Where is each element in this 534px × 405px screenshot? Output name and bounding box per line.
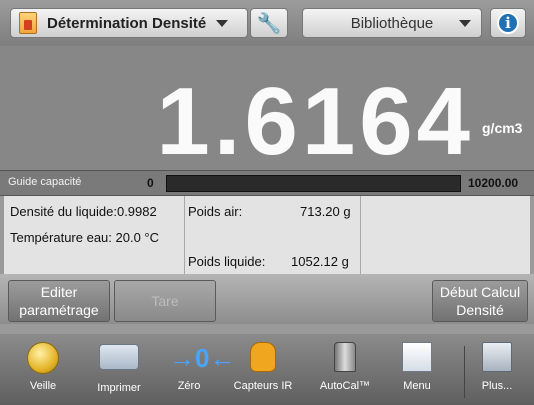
edit-parameters-line2: paramétrage [19,302,99,318]
edit-parameters-button[interactable]: Editer paramétrage [8,280,110,322]
nav-label: Menu [403,380,431,392]
nav-label: AutoCal™ [319,380,371,392]
nav-label: Imprimer [97,382,141,394]
application-title: Détermination Densité [47,14,207,32]
capacity-min: 0 [147,176,154,190]
bottom-navigation: Veille Imprimer →0← Zéro Capteurs IR Aut… [0,334,534,405]
nav-standby[interactable]: Veille [12,338,74,404]
nav-ir-sensors[interactable]: Capteurs IR [232,338,294,404]
weight-air-label: Poids air: [188,204,243,219]
panel-divider [360,196,361,274]
settings-button[interactable]: 🔧 [250,8,288,38]
info-panel: Densité du liquide:0.9982 Température ea… [4,196,530,274]
capacity-label: Guide capacité [8,176,82,188]
water-temperature: Température eau: 20.0 °C [10,230,160,245]
edit-parameters-line1: Editer [40,284,78,300]
nav-label: Plus... [481,380,513,392]
chevron-down-icon [216,19,229,27]
nav-zero[interactable]: →0← Zéro [158,338,236,404]
tare-button[interactable]: Tare [114,280,216,322]
nav-more[interactable]: Plus... [466,338,528,404]
library-label: Bibliothèque [350,14,434,32]
weight-air-value: 713.20 g [300,204,351,219]
calibration-weight-icon [325,342,365,376]
softkey-bar: Editer paramétrage Tare Début Calcul Den… [0,274,534,324]
nav-label: Veille [29,380,57,392]
nav-menu[interactable]: Menu [386,338,448,404]
zero-icon: →0← [169,343,236,373]
nav-autocal[interactable]: AutoCal™ [314,338,376,404]
chevron-down-icon [459,19,471,27]
library-selector[interactable]: Bibliothèque [302,8,482,38]
capacity-max: 10200.00 [468,176,519,190]
ir-sensor-hand-icon [243,342,283,376]
weight-display: 1.6164 g/cm3 [0,46,534,170]
tare-label: Tare [151,293,179,309]
density-beaker-icon [19,12,37,34]
more-icon [477,342,517,376]
nav-print[interactable]: Imprimer [88,338,150,404]
panel-divider [184,196,185,274]
density-unit: g/cm3 [482,120,523,136]
nav-label: Capteurs IR [233,380,293,392]
nav-label: Zéro [177,380,201,392]
nav-separator [464,346,465,398]
info-icon: i [497,12,519,34]
start-density-line2: Densité [456,302,504,318]
application-selector[interactable]: Détermination Densité [10,8,248,38]
info-button[interactable]: i [490,8,526,38]
start-density-line1: Début Calcul [439,284,521,300]
printer-icon [99,344,139,378]
capacity-bar [166,175,461,192]
liquid-density: Densité du liquide:0.9982 [10,204,157,219]
wrench-icon: 🔧 [256,12,282,35]
start-density-button[interactable]: Début Calcul Densité [432,280,528,322]
density-reading: 1.6164 [156,68,474,175]
top-bar: Détermination Densité 🔧 Bibliothèque i [0,0,534,46]
weight-liquid-label: Poids liquide: [188,254,266,269]
menu-icon [397,342,437,376]
standby-icon [23,342,63,376]
weight-liquid-value: 1052.12 g [291,254,349,269]
capacity-guide: Guide capacité 0 10200.00 [0,170,534,196]
